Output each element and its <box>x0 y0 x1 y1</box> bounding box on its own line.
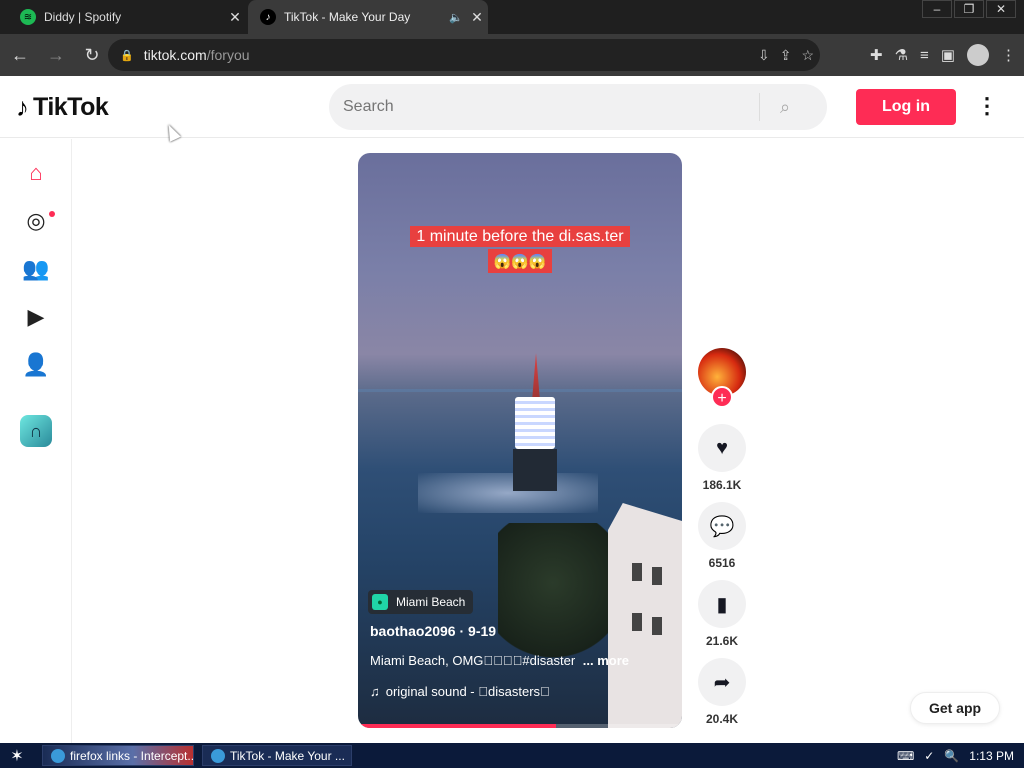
taskbar-label: TikTok - Make Your ... <box>230 748 345 763</box>
like-action[interactable]: ♥ 186.1K <box>698 424 746 492</box>
share-count: 20.4K <box>705 712 739 726</box>
media-icon[interactable]: ≡ <box>920 47 929 64</box>
search-tray-icon[interactable]: 🔍 <box>944 749 959 763</box>
taskbar-item-tiktok[interactable]: TikTok - Make Your ... <box>202 745 352 766</box>
speaker-icon[interactable]: 🔈 <box>446 11 466 24</box>
reload-icon[interactable]: ↻ <box>76 39 108 71</box>
install-icon[interactable]: ⇩ <box>758 47 770 64</box>
taskbar-label: firefox links - Intercept... <box>70 748 194 763</box>
gate-icon[interactable]: ∩ <box>20 415 52 447</box>
url-host: tiktok.com <box>143 47 207 63</box>
browser-tab-strip: ≋ Diddy | Spotify ✕ ♪ TikTok - Make Your… <box>0 0 1024 34</box>
more-link[interactable]: ... more <box>583 653 629 668</box>
start-icon[interactable]: ✶ <box>0 743 34 768</box>
bookmark-star-icon[interactable]: ☆ <box>801 47 814 64</box>
video-player[interactable]: 1 minute before the di.sas.ter 😱😱😱 ● Mia… <box>358 153 682 728</box>
comment-count: 6516 <box>708 556 736 570</box>
share-action[interactable]: ➦ 20.4K <box>698 658 746 726</box>
like-count: 186.1K <box>702 478 742 492</box>
restore-icon[interactable]: ❐ <box>954 0 984 18</box>
tiktok-logo[interactable]: ♪ TikTok <box>16 92 109 123</box>
home-icon[interactable]: ⌂ <box>20 157 52 189</box>
action-column: + ♥ 186.1K 💬 6516 ▮ 21.6K ➦ 20.4K <box>698 348 746 726</box>
following-icon[interactable]: 👥 <box>20 253 52 285</box>
video-progress[interactable] <box>358 724 682 728</box>
browser-icon <box>51 748 65 763</box>
location-pin-icon: ● <box>372 594 388 610</box>
music-note-icon: ♫ <box>370 684 380 699</box>
spotify-icon: ≋ <box>20 9 36 25</box>
video-author[interactable]: baothao2096 · 9-19 <box>370 623 496 639</box>
bookmark-icon[interactable]: ▮ <box>698 580 746 628</box>
video-caption: 1 minute before the di.sas.ter 😱😱😱 <box>406 226 634 273</box>
search-bar: ⌕ <box>329 84 827 130</box>
location-label: Miami Beach <box>396 595 466 609</box>
sea-glow <box>418 473 598 513</box>
keyboard-icon[interactable]: ⌨ <box>897 749 914 763</box>
back-icon[interactable]: ← <box>4 39 36 71</box>
tree-silhouette <box>498 523 608 673</box>
search-input[interactable] <box>329 98 759 116</box>
caption-text: 1 minute before the di.sas.ter <box>410 226 630 247</box>
profile-icon[interactable]: 👤 <box>20 349 52 381</box>
save-count: 21.6K <box>705 634 739 648</box>
get-app-button[interactable]: Get app <box>910 692 1000 724</box>
video-description: Miami Beach, OMG    #disaster ... more <box>370 653 629 668</box>
search-icon[interactable]: ⌕ <box>760 97 810 118</box>
tiktok-note-icon: ♪ <box>16 92 29 122</box>
heart-icon[interactable]: ♥ <box>698 424 746 472</box>
sidepanel-icon[interactable]: ▣ <box>941 46 955 64</box>
building <box>608 503 682 728</box>
profile-avatar[interactable] <box>967 44 989 66</box>
minimize-icon[interactable]: – <box>922 0 952 18</box>
window-controls: – ❐ ✕ <box>922 0 1016 18</box>
forward-icon[interactable]: → <box>40 39 72 71</box>
live-icon[interactable]: ▶ <box>20 301 52 333</box>
url-path: /foryou <box>206 47 250 63</box>
share-icon[interactable]: ⇪ <box>780 47 792 64</box>
share-arrow-icon[interactable]: ➦ <box>698 658 746 706</box>
close-window-icon[interactable]: ✕ <box>986 0 1016 18</box>
network-icon[interactable]: ✓ <box>924 749 934 763</box>
tab-tiktok[interactable]: ♪ TikTok - Make Your Day 🔈 ✕ <box>248 0 488 34</box>
tab-title: TikTok - Make Your Day <box>284 10 411 24</box>
caption-emojis: 😱😱😱 <box>487 249 553 273</box>
extensions-area: ✚ ⚗ ≡ ▣ ⋮ <box>870 34 1016 76</box>
close-tab-icon[interactable]: ✕ <box>466 9 488 26</box>
comment-icon[interactable]: 💬 <box>698 502 746 550</box>
more-options-icon[interactable]: ⋮ <box>976 93 998 119</box>
sidebar-nav: ⌂ ◎ 👥 ▶ 👤 ∩ <box>0 139 72 743</box>
description-text: Miami Beach, OMG    #disaster <box>370 653 576 668</box>
browser-toolbar: ← → ↻ 🔒 tiktok.com/foryou ⇩ ⇪ ☆ ✚ ⚗ ≡ ▣ … <box>0 34 1024 76</box>
taskbar-item-firefox[interactable]: firefox links - Intercept... <box>42 745 194 766</box>
login-button[interactable]: Log in <box>856 89 956 125</box>
follow-plus-icon[interactable]: + <box>711 386 733 408</box>
sound-label: original sound -  disasters  <box>385 684 550 699</box>
notification-dot <box>49 211 55 217</box>
progress-fill <box>358 724 556 728</box>
sound-link[interactable]: ♫ original sound -  disasters  <box>370 684 550 699</box>
tab-spotify[interactable]: ≋ Diddy | Spotify ✕ <box>8 0 246 34</box>
save-action[interactable]: ▮ 21.6K <box>698 580 746 648</box>
chrome-icon <box>211 748 225 763</box>
address-bar[interactable]: 🔒 tiktok.com/foryou ⇩ ⇪ ☆ <box>108 39 820 71</box>
tiktok-icon: ♪ <box>260 9 276 25</box>
labs-icon[interactable]: ⚗ <box>895 46 908 64</box>
ship-image <box>513 353 557 493</box>
location-chip[interactable]: ● Miami Beach <box>368 590 474 614</box>
system-tray: ⌨ ✓ 🔍 1:13 PM <box>897 743 1014 768</box>
lock-icon: 🔒 <box>120 49 134 62</box>
tab-title: Diddy | Spotify <box>44 10 122 24</box>
logo-text: TikTok <box>33 93 109 121</box>
clock[interactable]: 1:13 PM <box>969 749 1014 763</box>
comment-action[interactable]: 💬 6516 <box>698 502 746 570</box>
close-tab-icon[interactable]: ✕ <box>224 9 246 26</box>
extensions-icon[interactable]: ✚ <box>870 46 883 64</box>
browser-menu-icon[interactable]: ⋮ <box>1001 46 1016 64</box>
os-taskbar: ✶ firefox links - Intercept... TikTok - … <box>0 743 1024 768</box>
site-header: ♪ TikTok ⌕ Log in ⋮ <box>0 76 1024 138</box>
explore-icon[interactable]: ◎ <box>20 205 52 237</box>
